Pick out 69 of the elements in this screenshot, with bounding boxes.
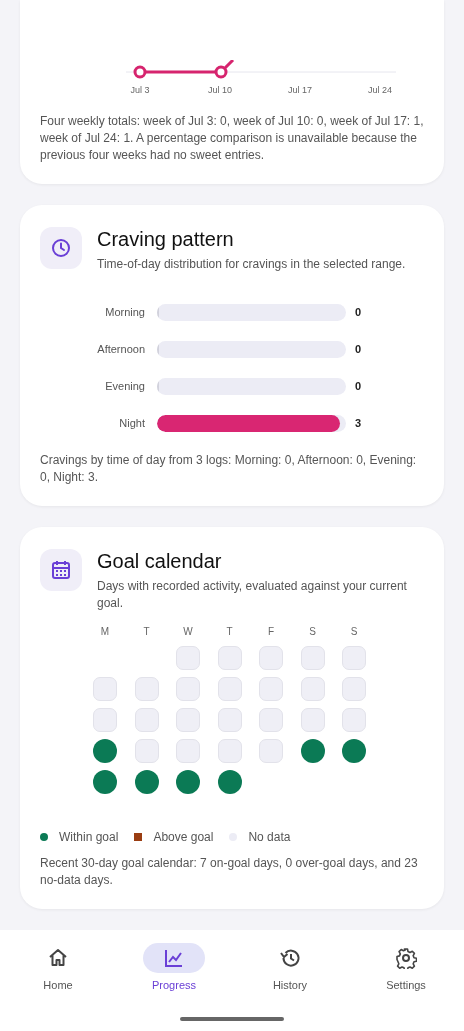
- legend-label: No data: [248, 830, 291, 844]
- no-data-day: [93, 677, 117, 701]
- within-goal-day: [93, 739, 117, 763]
- bar-label: Night: [118, 417, 146, 429]
- calendar-summary: Recent 30-day goal calendar: 7 on-goal days, 0 over-goal days, and 23 no-data days.: [40, 855, 419, 889]
- axis-label: Jul 10: [207, 85, 233, 95]
- no-data-day: [217, 739, 242, 763]
- bar-label: Afternoon: [96, 343, 146, 355]
- no-data-day: [300, 677, 325, 701]
- nav-tab[interactable]: Progress: [116, 930, 232, 994]
- card-subtitle: Days with recorded activity, evaluated against your current goal.: [97, 578, 408, 612]
- no-data-day: [259, 739, 283, 763]
- axis-label: Jul 24: [367, 85, 393, 95]
- weekday-label: M: [99, 626, 111, 637]
- within-goal-day: [300, 739, 325, 763]
- nav-tab[interactable]: Settings: [348, 930, 464, 994]
- weekday-label: T: [142, 626, 151, 637]
- no-data-day: [134, 677, 159, 701]
- no-data-day: [342, 677, 366, 701]
- weekday-label: F: [266, 626, 276, 637]
- axis-label: Jul 3: [129, 85, 151, 95]
- within-goal-day: [176, 770, 200, 794]
- calendar-icon: [50, 559, 72, 581]
- chart-summary: Cravings by time of day from 3 logs: Morning: 0, Afternoon: 0, Evening: 0, Night: 3.: [40, 452, 418, 486]
- card-title: Craving pattern: [97, 227, 235, 251]
- no-data-day: [342, 708, 366, 732]
- no-data-day: [259, 677, 283, 701]
- within-goal-day: [342, 739, 366, 763]
- legend-label: Above goal: [153, 830, 214, 844]
- bar-label: Morning: [104, 306, 146, 318]
- chart-summary: Four weekly totals: week of Jul 3: 0, week of Jul 10: 0, week of Jul 17: 1, week of Jul 24: 1. A percentage comparison is unavailable because the previous four weeks had no sweet entries.: [40, 113, 424, 164]
- no-data-day: [259, 646, 283, 670]
- no-data-day: [259, 708, 283, 732]
- no-data-day: [176, 677, 200, 701]
- weekday-label: S: [308, 626, 317, 637]
- within-goal-day: [217, 770, 242, 794]
- weekday-label: W: [182, 626, 194, 637]
- no-data-day: [300, 646, 325, 670]
- within-goal-day: [93, 770, 117, 794]
- nav-tab[interactable]: Home: [0, 930, 116, 994]
- bar-value: 3: [355, 417, 362, 429]
- no-data-day: [176, 739, 200, 763]
- weekday-label: T: [225, 626, 234, 637]
- no-data-day: [176, 646, 200, 670]
- bar-label: Evening: [104, 380, 146, 392]
- no-data-day: [342, 646, 366, 670]
- bar-value: 0: [355, 343, 362, 355]
- no-data-day: [217, 677, 242, 701]
- history-icon: [279, 947, 301, 969]
- no-data-day: [134, 739, 159, 763]
- chart-icon: [163, 947, 185, 969]
- card-subtitle: Time-of-day distribution for cravings in the selected range.: [97, 256, 406, 273]
- nav-tab[interactable]: History: [232, 930, 348, 994]
- legend-label: Within goal: [59, 830, 119, 844]
- bar-value: 0: [355, 380, 362, 392]
- home-icon: [47, 947, 69, 969]
- bar-value: 0: [355, 306, 362, 318]
- axis-label: Jul 17: [287, 85, 313, 95]
- no-data-day: [217, 708, 242, 732]
- weekday-label: S: [349, 626, 359, 637]
- within-goal-day: [134, 770, 159, 794]
- no-data-day: [300, 708, 325, 732]
- clock-icon: [50, 237, 72, 259]
- card-title: Goal calendar: [97, 549, 223, 573]
- no-data-day: [217, 646, 242, 670]
- no-data-day: [134, 708, 159, 732]
- no-data-day: [176, 708, 200, 732]
- settings-icon: [395, 947, 417, 969]
- no-data-day: [93, 708, 117, 732]
